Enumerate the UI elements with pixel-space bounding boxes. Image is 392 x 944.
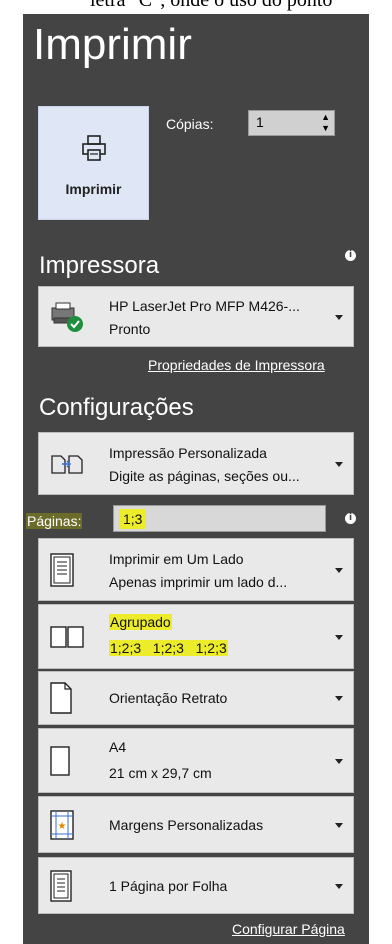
printer-ready-icon: [51, 302, 83, 332]
chevron-down-icon: [335, 696, 343, 701]
chevron-down-icon: [335, 567, 343, 573]
pages-per-sheet-icon: [50, 869, 72, 902]
printer-section-title: Impressora: [39, 252, 160, 279]
copies-label: Cópias:: [166, 116, 214, 132]
chevron-down-icon: [335, 314, 343, 320]
print-button[interactable]: Imprimir: [38, 106, 149, 220]
chevron-down-icon: [335, 822, 343, 828]
portrait-page-icon: [50, 682, 72, 714]
collate-subtitle: 1;2;3 1;2;3 1;2;3: [109, 640, 228, 656]
pages-input-value[interactable]: 1;3: [119, 509, 147, 529]
paper-size-select[interactable]: A4 21 cm x 29,7 cm: [38, 728, 354, 793]
chevron-down-icon: [335, 883, 343, 889]
printer-status: Pronto: [109, 321, 151, 337]
collate-select[interactable]: Agrupado 1;2;3 1;2;3 1;2;3: [38, 604, 354, 669]
pages-info-icon[interactable]: i: [345, 513, 356, 524]
pages-label: Páginas:: [26, 513, 83, 529]
chevron-down-icon: [335, 461, 343, 467]
copies-value[interactable]: 1: [256, 114, 264, 130]
sides-select[interactable]: Imprimir em Um Lado Apenas imprimir um l…: [38, 538, 354, 601]
settings-section-title: Configurações: [39, 394, 194, 421]
pages-input[interactable]: 1;3: [113, 505, 326, 532]
document-text: letra "C", onde o uso do ponto: [90, 0, 333, 11]
print-range-subtitle: Digite as páginas, seções ou...: [109, 468, 300, 484]
chevron-down-icon: [335, 758, 343, 764]
chevron-down-icon: [335, 634, 343, 640]
spin-arrows-icon[interactable]: ▲ ▼: [321, 112, 330, 134]
margins-icon: ★: [50, 809, 74, 840]
paper-size-title: A4: [109, 739, 127, 755]
printer-name: HP LaserJet Pro MFP M426-...: [109, 298, 300, 314]
sides-subtitle: Apenas imprimir um lado d...: [109, 574, 288, 590]
paper-size-subtitle: 21 cm x 29,7 cm: [109, 765, 212, 781]
custom-print-icon: [51, 454, 83, 474]
print-range-title: Impressão Personalizada: [109, 445, 267, 461]
collate-icon: [50, 625, 84, 648]
margins-select[interactable]: ★ Margens Personalizadas: [38, 796, 354, 853]
page-setup-link[interactable]: Configurar Página: [232, 921, 345, 937]
panel-title: Imprimir: [33, 20, 192, 69]
print-button-label: Imprimir: [65, 181, 122, 197]
sides-title: Imprimir em Um Lado: [109, 551, 244, 567]
printer-select[interactable]: HP LaserJet Pro MFP M426-... Pronto: [38, 286, 354, 347]
document-text-strip: letra "C", onde o uso do ponto: [0, 0, 392, 14]
pages-per-sheet-title: 1 Página por Folha: [109, 877, 228, 894]
printer-icon: [82, 135, 106, 161]
pages-per-sheet-select[interactable]: 1 Página por Folha: [38, 857, 354, 914]
orientation-title: Orientação Retrato: [109, 690, 228, 706]
printer-properties-link[interactable]: Propriedades de Impressora: [148, 357, 325, 373]
print-panel: Imprimir Imprimir Cópias: 1 ▲ ▼ i Impress…: [23, 14, 369, 944]
copies-stepper[interactable]: 1 ▲ ▼: [248, 110, 335, 136]
orientation-select[interactable]: Orientação Retrato: [38, 671, 354, 725]
one-sided-page-icon: [50, 552, 74, 587]
printer-info-icon[interactable]: i: [345, 250, 356, 261]
paper-size-icon: [50, 745, 70, 776]
print-range-select[interactable]: Impressão Personalizada Digite as página…: [38, 432, 354, 495]
collate-title: Agrupado: [109, 614, 172, 630]
svg-text:★: ★: [58, 821, 67, 832]
margins-title: Margens Personalizadas: [109, 816, 264, 833]
